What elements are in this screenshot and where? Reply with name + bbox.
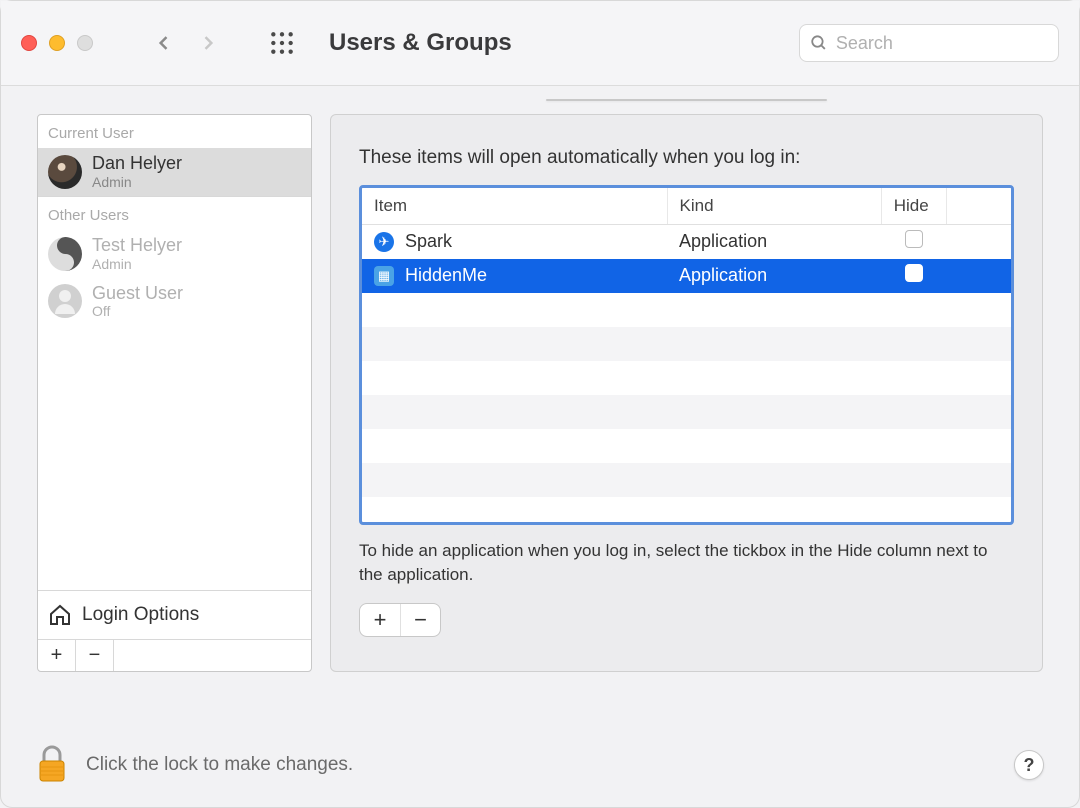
remove-user-button[interactable]: − [76,640,114,671]
footer: Click the lock to make changes. ? [0,722,1080,808]
table-row-empty [362,395,1011,429]
window-title: Users & Groups [329,29,512,57]
app-icon: ▦ [374,266,394,286]
remove-login-item-button[interactable]: − [400,604,440,636]
table-row[interactable]: ▦ HiddenMe Application [362,259,1011,293]
add-user-button[interactable]: + [38,640,76,671]
login-items-intro: These items will open automatically when… [359,147,1014,169]
tab-password[interactable]: Password [547,100,678,101]
user-role: Admin [92,256,182,272]
user-role: Admin [92,174,182,190]
avatar [48,155,82,189]
login-items-table: Item Kind Hide ✈ Spark Applicatio [362,188,1011,525]
user-name: Dan Helyer [92,154,182,174]
hide-checkbox[interactable] [905,230,923,248]
col-spacer [946,188,1011,225]
item-kind: Application [667,259,881,293]
search-input[interactable] [836,33,1048,54]
sidebar-footer: + − [38,639,311,671]
login-options-label: Login Options [82,604,199,626]
sidebar-user-current[interactable]: Dan Helyer Admin [38,148,311,196]
sidebar-user-other[interactable]: Test Helyer Admin [38,230,311,278]
home-icon [48,603,72,627]
item-kind: Application [667,225,881,259]
lock-icon[interactable] [36,745,68,785]
chevron-right-icon [198,33,218,53]
users-sidebar: Current User Dan Helyer Admin Other User… [37,114,312,672]
search-icon [810,33,828,53]
lock-message: Click the lock to make changes. [86,754,353,776]
table-row-empty [362,327,1011,361]
table-row-empty [362,429,1011,463]
login-options-button[interactable]: Login Options [38,590,311,639]
content: Current User Dan Helyer Admin Other User… [1,86,1079,692]
zoom-window-button[interactable] [77,35,93,51]
user-name: Test Helyer [92,236,182,256]
item-name: HiddenMe [405,265,487,285]
col-item[interactable]: Item [362,188,667,225]
user-role: Off [92,303,183,319]
table-row-empty [362,293,1011,327]
tab-login-items[interactable]: Login Items [678,100,826,101]
app-icon: ✈ [374,232,394,252]
forward-button[interactable] [195,30,221,56]
grid-icon [269,30,295,56]
chevron-left-icon [154,33,174,53]
col-kind[interactable]: Kind [667,188,881,225]
table-row[interactable]: ✈ Spark Application [362,225,1011,259]
add-login-item-button[interactable]: + [360,604,400,636]
add-remove-bar: + − [359,603,441,637]
titlebar: Users & Groups [1,1,1079,86]
item-name: Spark [405,231,452,251]
help-button[interactable]: ? [1014,750,1044,780]
panel-body: These items will open automatically when… [330,114,1043,672]
back-button[interactable] [151,30,177,56]
main-panel: Password Login Items These items will op… [330,114,1043,672]
window-controls [21,35,93,51]
table-row-empty [362,361,1011,395]
col-hide[interactable]: Hide [881,188,946,225]
hide-hint: To hide an application when you log in, … [359,539,1014,587]
login-items-table-frame: Item Kind Hide ✈ Spark Applicatio [359,185,1014,525]
other-users-label: Other Users [38,197,311,230]
table-header-row: Item Kind Hide [362,188,1011,225]
avatar [48,284,82,318]
hide-checkbox[interactable] [905,264,923,282]
tab-bar: Password Login Items [546,99,828,101]
show-all-button[interactable] [269,30,295,56]
table-row-empty [362,497,1011,526]
search-field[interactable] [799,24,1059,62]
current-user-label: Current User [38,115,311,148]
minimize-window-button[interactable] [49,35,65,51]
user-name: Guest User [92,284,183,304]
close-window-button[interactable] [21,35,37,51]
sidebar-footer-spacer [114,640,311,671]
avatar [48,237,82,271]
sidebar-user-guest[interactable]: Guest User Off [38,278,311,326]
table-row-empty [362,463,1011,497]
